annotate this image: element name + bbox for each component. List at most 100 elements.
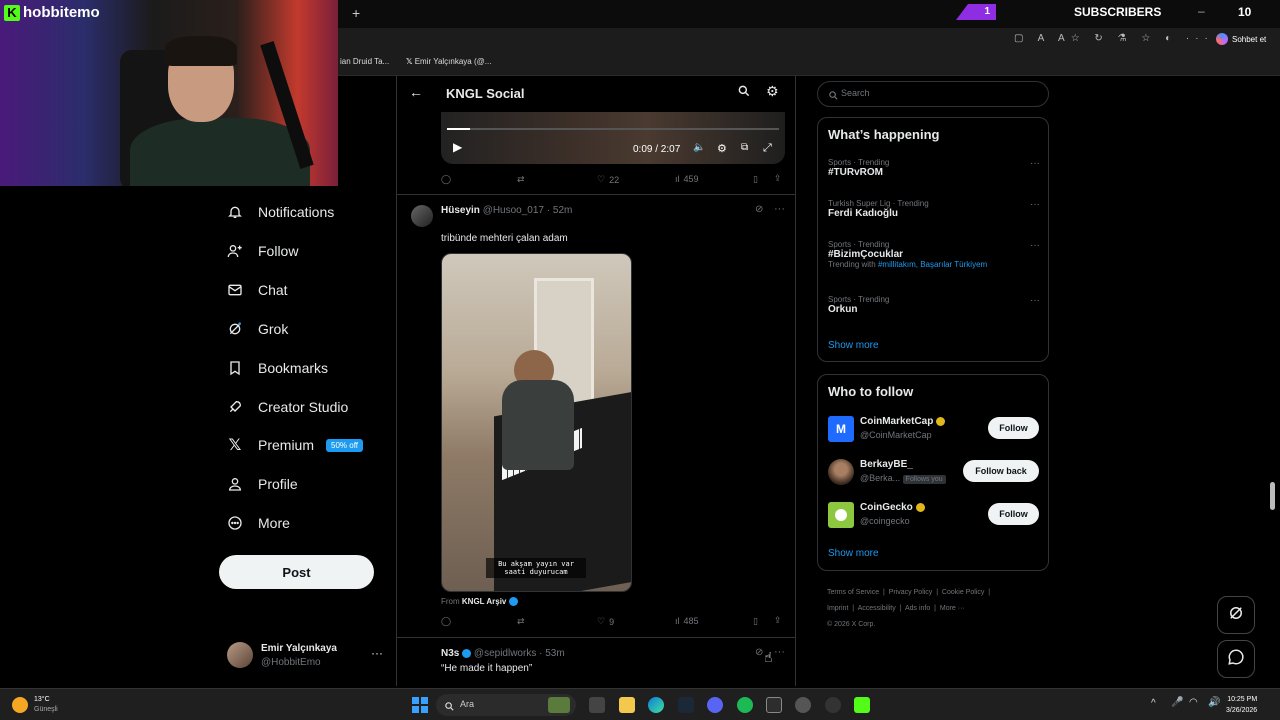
- clock[interactable]: 10:25 PM 3/26/2026: [1226, 694, 1257, 716]
- discord-icon[interactable]: [707, 697, 723, 713]
- suggestion-name[interactable]: CoinMarketCap: [860, 416, 946, 427]
- bookmark-button[interactable]: ▯: [753, 616, 758, 627]
- trend-related-tags[interactable]: #millitakım, Başarılar Türkiyem: [878, 260, 987, 269]
- nav-profile[interactable]: Profile: [226, 475, 298, 493]
- trend-more-icon[interactable]: ···: [1030, 158, 1040, 169]
- post-video[interactable]: Bu akşam yayın var saati duyurucam: [441, 253, 632, 592]
- post[interactable]: Hüseyin @Husoo_017 · 52m ⊘ ··· tribünde …: [397, 195, 795, 639]
- file-explorer-icon[interactable]: [619, 697, 635, 713]
- trend-more-icon[interactable]: ···: [1030, 199, 1040, 210]
- footer-link[interactable]: More ···: [940, 605, 965, 612]
- post-handle[interactable]: @sepidlworks: [474, 648, 536, 659]
- volume-icon[interactable]: 🔊: [1208, 697, 1220, 708]
- fullscreen-icon[interactable]: ⤢: [763, 142, 772, 155]
- show-more-link[interactable]: Show more: [828, 340, 879, 351]
- trend-item[interactable]: Sports · Trending Orkun ···: [828, 295, 1040, 315]
- post-time[interactable]: · 53m: [539, 648, 565, 659]
- post-avatar[interactable]: [411, 205, 433, 227]
- task-view-icon[interactable]: [589, 697, 605, 713]
- tray-chevron-icon[interactable]: ^: [1151, 698, 1156, 709]
- weather-widget[interactable]: 13°C Güneşli: [12, 695, 58, 715]
- wifi-icon[interactable]: ◠: [1189, 697, 1198, 708]
- new-tab-button[interactable]: +: [352, 5, 360, 21]
- like-button[interactable]: ♡ 22: [597, 174, 619, 185]
- coingecko-avatar[interactable]: [828, 502, 854, 528]
- suggestion-name[interactable]: BerkayBE_: [860, 459, 913, 470]
- obs-icon[interactable]: [825, 697, 841, 713]
- from-account-link[interactable]: KNGL Arşiv: [462, 597, 506, 606]
- footer-link[interactable]: Ads info: [905, 605, 930, 612]
- nav-notifications[interactable]: Notifications: [226, 203, 334, 221]
- footer-link[interactable]: Cookie Policy: [942, 589, 984, 596]
- bookmark-item-x[interactable]: 𝕏 Emir Yalçınkaya (@...: [406, 57, 491, 66]
- bookmark-item[interactable]: ian Druid Ta...: [340, 57, 389, 66]
- copilot-button[interactable]: Sohbet et: [1216, 33, 1266, 45]
- spotify-icon[interactable]: [737, 697, 753, 713]
- microphone-icon[interactable]: 🎤: [1171, 697, 1183, 708]
- page-scrollbar-thumb[interactable]: [1270, 482, 1275, 510]
- taskbar-search-input[interactable]: Ara: [460, 699, 474, 709]
- nav-follow[interactable]: Follow: [226, 242, 298, 260]
- trend-item[interactable]: Sports · Trending #TURvROM ···: [828, 158, 1040, 178]
- trend-item[interactable]: Turkish Super Lig · Trending Ferdi Kadıo…: [828, 199, 1040, 219]
- post-author[interactable]: N3s: [441, 648, 459, 659]
- follow-back-button[interactable]: Follow back: [963, 460, 1039, 482]
- bookmark-button[interactable]: ▯: [753, 174, 758, 185]
- search-input[interactable]: Search: [841, 88, 870, 98]
- repost-button[interactable]: ⇄: [517, 616, 525, 627]
- post-time[interactable]: · 52m: [547, 205, 573, 216]
- follow-button[interactable]: Follow: [988, 417, 1039, 439]
- footer-link[interactable]: Privacy Policy: [889, 589, 933, 596]
- nav-chat[interactable]: Chat: [226, 281, 288, 299]
- repost-button[interactable]: ⇄: [517, 174, 525, 185]
- settings-icon[interactable]: ⚙: [717, 142, 727, 155]
- minimize-icon[interactable]: –: [1198, 4, 1205, 18]
- trend-more-icon[interactable]: ···: [1030, 240, 1040, 251]
- gear-icon[interactable]: ⚙: [766, 83, 779, 100]
- kick-app-icon[interactable]: [854, 697, 870, 713]
- share-button[interactable]: ⇪: [774, 173, 782, 184]
- post-more-icon[interactable]: ···: [774, 203, 785, 215]
- views-button[interactable]: ıl 485: [675, 616, 699, 626]
- nav-more[interactable]: More: [226, 514, 290, 532]
- steam-icon[interactable]: [678, 697, 694, 713]
- post-handle[interactable]: @Husoo_017: [483, 205, 544, 216]
- play-icon[interactable]: ▶: [453, 140, 462, 154]
- trend-more-icon[interactable]: ···: [1030, 295, 1040, 306]
- nav-grok[interactable]: Grok: [226, 320, 288, 338]
- like-button[interactable]: ♡ 9: [597, 616, 614, 627]
- search-icon[interactable]: [737, 84, 751, 103]
- post-button[interactable]: Post: [219, 555, 374, 589]
- footer-link[interactable]: Accessibility: [858, 605, 896, 612]
- post-more-icon[interactable]: ···: [774, 646, 785, 658]
- footer-link[interactable]: Imprint: [827, 605, 848, 612]
- back-arrow-icon[interactable]: ←: [409, 84, 423, 100]
- settings-icon[interactable]: [795, 697, 811, 713]
- reply-button[interactable]: ◯: [441, 616, 451, 627]
- nav-creator-studio[interactable]: Creator Studio: [226, 398, 348, 416]
- windows-start-icon[interactable]: [412, 697, 428, 713]
- nav-bookmarks[interactable]: Bookmarks: [226, 359, 328, 377]
- account-more-icon[interactable]: ···: [371, 646, 383, 660]
- coinmarketcap-avatar[interactable]: M: [828, 416, 854, 442]
- reply-button[interactable]: ◯: [441, 174, 451, 185]
- toolbar-icons[interactable]: ▢ A A☆ ↻ ⚗ ☆ ◐ ···: [1014, 33, 1214, 44]
- share-button[interactable]: ⇪: [774, 615, 782, 626]
- show-more-link[interactable]: Show more: [828, 548, 879, 559]
- terminal-icon[interactable]: [766, 697, 782, 713]
- grok-icon[interactable]: ⊘: [755, 204, 763, 215]
- berkay-avatar[interactable]: [828, 459, 854, 485]
- footer-link[interactable]: Terms of Service: [827, 589, 879, 596]
- follow-button[interactable]: Follow: [988, 503, 1039, 525]
- video-progress-track[interactable]: [447, 128, 779, 130]
- grok-float-button[interactable]: [1217, 596, 1255, 634]
- nav-premium[interactable]: 𝕏 Premium 50% off: [226, 436, 363, 454]
- grok-icon[interactable]: ⊘: [755, 647, 763, 658]
- suggestion-name[interactable]: CoinGecko: [860, 502, 925, 513]
- account-switcher[interactable]: Emir Yalçınkaya @HobbitEmo ···: [227, 642, 387, 670]
- chat-float-button[interactable]: [1217, 640, 1255, 678]
- edge-icon[interactable]: [648, 697, 664, 713]
- views-button[interactable]: ıl 459: [675, 174, 699, 184]
- video-player[interactable]: ▶ 0:09 / 2:07 🔈 ⚙ ⧉ ⤢: [441, 112, 785, 164]
- taskbar-search[interactable]: Ara: [436, 694, 576, 716]
